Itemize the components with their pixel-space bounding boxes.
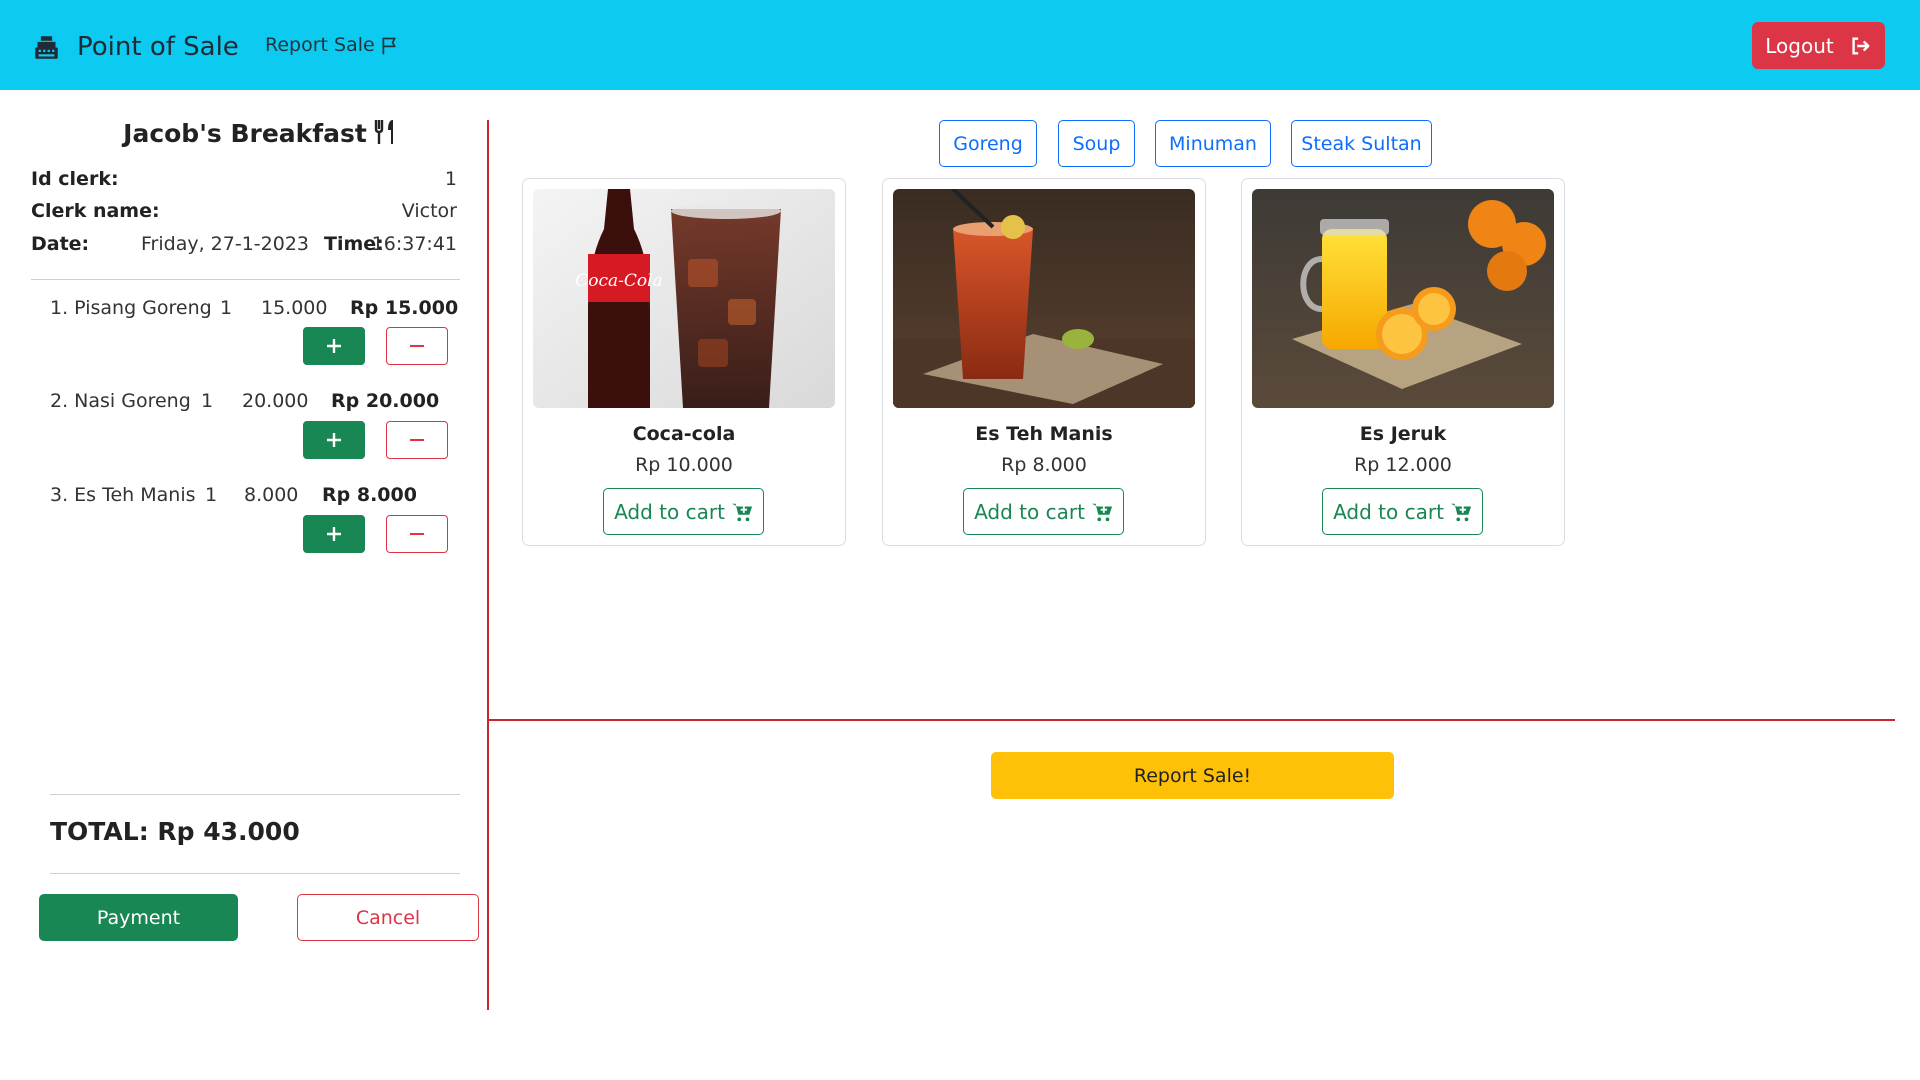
clerk-id-label: Id clerk:	[31, 168, 119, 190]
item-qty: 1	[201, 390, 214, 412]
increase-qty-button[interactable]	[303, 421, 365, 459]
svg-text:Coca-Cola: Coca-Cola	[575, 271, 662, 291]
decrease-qty-button[interactable]	[386, 327, 448, 365]
logout-button[interactable]: Logout	[1752, 22, 1885, 69]
logout-icon	[1852, 36, 1870, 55]
order-item: 1. Pisang Goreng 1 15.000 Rp 15.000	[50, 297, 470, 327]
vertical-divider	[487, 120, 489, 1010]
increase-qty-button[interactable]	[303, 515, 365, 553]
utensils-icon	[374, 120, 393, 144]
report-sale-label: Report Sale	[265, 34, 375, 56]
minus-icon	[410, 345, 424, 347]
date-label: Date:	[31, 233, 90, 255]
brand[interactable]: Point of Sale	[33, 30, 239, 64]
product-card: Coca-Cola Coca-cola Rp 10.000 Add to car…	[522, 178, 846, 546]
plus-icon	[327, 339, 341, 353]
add-to-cart-label: Add to cart	[974, 499, 1085, 524]
cash-register-icon	[35, 35, 58, 59]
add-to-cart-button[interactable]: Add to cart	[1322, 488, 1483, 535]
cart-plus-icon	[1450, 503, 1472, 521]
flag-icon	[382, 37, 396, 54]
item-name: 1. Pisang Goreng	[50, 297, 212, 319]
plus-icon	[327, 527, 341, 541]
add-to-cart-label: Add to cart	[614, 499, 725, 524]
navbar: Point of Sale Report Sale Logout	[0, 0, 1920, 90]
item-price: 15.000	[261, 297, 328, 319]
receipt-divider-total-bottom	[50, 873, 460, 874]
decrease-qty-button[interactable]	[386, 515, 448, 553]
product-price: Rp 10.000	[635, 454, 733, 476]
category-goreng[interactable]: Goreng	[939, 120, 1037, 167]
payment-button[interactable]: Payment	[39, 894, 238, 941]
product-price: Rp 8.000	[1001, 454, 1087, 476]
clerk-id-value: 1	[444, 168, 457, 190]
brand-title: Point of Sale	[77, 32, 239, 62]
item-price: 8.000	[244, 484, 299, 506]
order-item: 3. Es Teh Manis 1 8.000 Rp 8.000	[50, 484, 470, 514]
product-card: Es Teh Manis Rp 8.000 Add to cart	[882, 178, 1206, 546]
item-name: 3. Es Teh Manis	[50, 484, 196, 506]
minus-icon	[410, 439, 424, 441]
report-sale-button[interactable]: Report Sale!	[991, 752, 1394, 799]
add-to-cart-button[interactable]: Add to cart	[603, 488, 764, 535]
category-steak-sultan[interactable]: Steak Sultan	[1291, 120, 1432, 167]
report-sale-link[interactable]: Report Sale	[265, 34, 400, 56]
clerk-name-label: Clerk name:	[31, 200, 160, 222]
date-value: Friday, 27-1-2023	[141, 233, 309, 255]
shop-name: Jacob's Breakfast	[123, 119, 367, 148]
item-price: 20.000	[242, 390, 309, 412]
decrease-qty-button[interactable]	[386, 421, 448, 459]
item-subtotal: Rp 15.000	[350, 297, 459, 319]
receipt-divider-top	[31, 279, 460, 280]
orange-juice-image	[1252, 189, 1554, 408]
item-name: 2. Nasi Goreng	[50, 390, 191, 412]
receipt-divider-total-top	[50, 794, 460, 795]
time-value: 16:37:41	[371, 233, 457, 255]
product-name: Es Teh Manis	[975, 423, 1113, 445]
horizontal-divider	[489, 719, 1895, 721]
increase-qty-button[interactable]	[303, 327, 365, 365]
shop-title: Jacob's Breakfast	[0, 118, 520, 148]
iced-tea-image	[893, 189, 1195, 408]
cart-plus-icon	[731, 503, 753, 521]
item-subtotal: Rp 8.000	[322, 484, 417, 506]
category-minuman[interactable]: Minuman	[1155, 120, 1271, 167]
item-qty: 1	[220, 297, 233, 319]
plus-icon	[327, 433, 341, 447]
total-amount: TOTAL: Rp 43.000	[50, 817, 300, 846]
cart-plus-icon	[1091, 503, 1113, 521]
coca-cola-image: Coca-Cola	[533, 189, 835, 408]
order-item: 2. Nasi Goreng 1 20.000 Rp 20.000	[50, 390, 470, 420]
product-price: Rp 12.000	[1354, 454, 1452, 476]
logout-label: Logout	[1765, 33, 1834, 58]
clerk-name-value: Victor	[401, 200, 457, 222]
product-name: Coca-cola	[632, 423, 736, 445]
product-card: Es Jeruk Rp 12.000 Add to cart	[1241, 178, 1565, 546]
category-soup[interactable]: Soup	[1058, 120, 1135, 167]
item-qty: 1	[205, 484, 218, 506]
item-subtotal: Rp 20.000	[331, 390, 440, 412]
add-to-cart-button[interactable]: Add to cart	[963, 488, 1124, 535]
minus-icon	[410, 533, 424, 535]
product-name: Es Jeruk	[1359, 423, 1447, 445]
cancel-button[interactable]: Cancel	[297, 894, 479, 941]
add-to-cart-label: Add to cart	[1333, 499, 1444, 524]
